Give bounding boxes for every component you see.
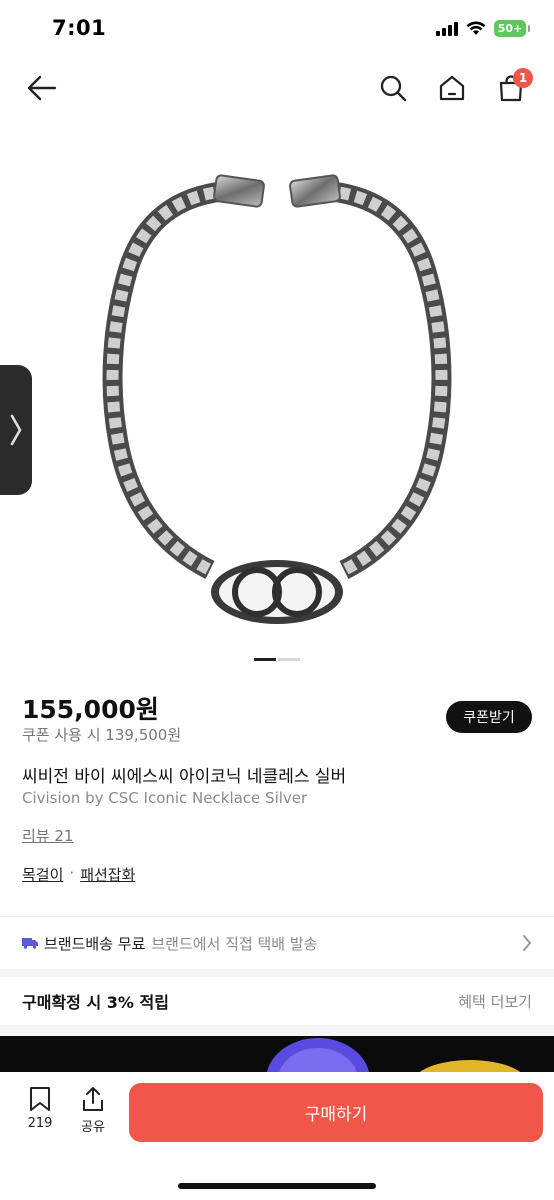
category-breadcrumb: 목걸이 · 패션잡화 <box>22 864 135 885</box>
home-indicator <box>178 1183 376 1189</box>
home-button[interactable] <box>430 66 474 110</box>
product-image[interactable] <box>0 120 554 680</box>
benefits-more-link[interactable]: 혜택 더보기 <box>458 991 532 1012</box>
bookmark-icon <box>30 1087 50 1111</box>
shipping-info-row[interactable]: 브랜드배송 무료 브랜드에서 직접 택배 발송 <box>0 917 554 969</box>
promo-banner[interactable] <box>0 1036 554 1076</box>
cart-button[interactable]: 1 <box>489 66 533 110</box>
pagination-dot-active <box>254 658 276 661</box>
chevron-right-icon <box>10 414 22 446</box>
status-icons: 50+ <box>436 20 530 37</box>
wifi-icon <box>466 21 486 35</box>
share-icon <box>83 1087 103 1111</box>
get-coupon-button[interactable]: 쿠폰받기 <box>446 701 532 733</box>
category-link-fashion[interactable]: 패션잡화 <box>80 864 135 885</box>
nav-bar: 1 <box>0 58 554 120</box>
signal-icon <box>436 21 458 36</box>
share-button[interactable]: 공유 <box>73 1086 113 1135</box>
search-button[interactable] <box>371 66 415 110</box>
product-name-korean: 씨비전 바이 씨에스씨 아이코닉 네클레스 실버 <box>22 767 347 787</box>
product-price: 155,000원 <box>22 695 159 724</box>
back-arrow-icon <box>27 75 57 101</box>
cart-count-badge: 1 <box>513 68 533 88</box>
points-row: 구매확정 시 3% 적립 혜택 더보기 <box>0 977 554 1025</box>
status-time: 7:01 <box>52 16 107 40</box>
bookmark-count: 219 <box>27 1116 53 1131</box>
banner-artwork <box>266 1038 525 1076</box>
category-link-necklace[interactable]: 목걸이 <box>22 864 63 885</box>
category-separator: · <box>69 864 75 882</box>
product-name-english: Civision by CSC Iconic Necklace Silver <box>22 789 308 807</box>
review-link[interactable]: 리뷰 21 <box>22 825 73 846</box>
bookmark-button[interactable]: 219 <box>20 1086 60 1131</box>
pagination-dot <box>278 658 300 661</box>
shipping-sub-text: 브랜드에서 직접 택배 발송 <box>151 934 318 953</box>
image-pagination <box>254 658 300 661</box>
buy-button[interactable]: 구매하기 <box>129 1083 543 1142</box>
side-panel-handle[interactable] <box>0 365 32 495</box>
chevron-right-icon <box>523 935 532 951</box>
status-bar: 7:01 50+ <box>0 0 554 58</box>
coupon-price: 쿠폰 사용 시 139,500원 <box>22 726 182 744</box>
section-spacer <box>0 1025 554 1036</box>
back-button[interactable] <box>20 66 64 110</box>
bottom-action-bar: 219 공유 구매하기 <box>0 1072 554 1200</box>
shipping-main-text: 브랜드배송 무료 <box>44 934 146 953</box>
search-icon <box>380 75 407 102</box>
section-spacer <box>0 969 554 977</box>
necklace-image <box>102 174 452 624</box>
truck-icon <box>22 938 38 949</box>
share-label: 공유 <box>81 1120 105 1135</box>
home-icon <box>439 75 465 101</box>
battery-level: 50+ <box>497 22 523 35</box>
battery-icon: 50+ <box>494 20 530 37</box>
points-title: 구매확정 시 3% 적립 <box>22 993 169 1012</box>
